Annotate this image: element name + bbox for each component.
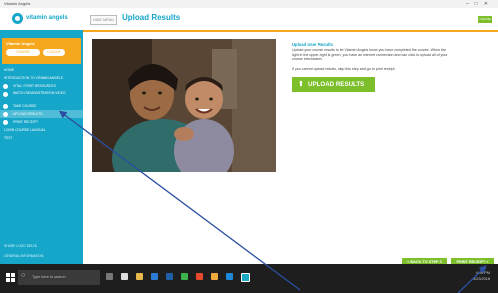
app-green-icon[interactable] [181, 273, 188, 280]
sidebar-item-label: LOGIN COURSE LANGUAL [4, 128, 46, 132]
sidebar-footer-link-2[interactable]: GENERAL INFORMATION [4, 254, 43, 258]
search-placeholder: Type here to search [32, 275, 66, 279]
app-orange-icon[interactable] [196, 273, 203, 280]
step-circle-icon [3, 91, 8, 97]
logo-area: vitamin angels [0, 8, 83, 30]
step-circle-icon [3, 103, 8, 109]
sidebar-item-video[interactable]: WATCH DEMONSTRATION VIDEO [0, 90, 83, 102]
step-circle-icon [3, 111, 8, 117]
hide-menu-button[interactable]: HIDE MENU [90, 15, 117, 25]
sidebar-item-take-course[interactable]: TAKE COURSE [0, 102, 83, 110]
sidebar-item-label: INTRODUCTION TO VITAMIN ANGELS [4, 76, 63, 80]
sidebar-item-resources[interactable]: VITAL / FIRST RESOURCES [0, 82, 83, 90]
online-status-badge: ONLINE [478, 16, 492, 23]
window-title: Vitamin Angels [4, 1, 31, 6]
section-title: Upload User Results [292, 42, 333, 47]
windows-start-icon[interactable] [6, 273, 15, 282]
sidebar-footer: SHARE LOGO DELTA GENERAL INFORMATION [0, 242, 83, 264]
mail-icon[interactable] [166, 273, 173, 280]
sidebar-nav: HOME INTRODUCTION TO VITAMIN ANGELS VITA… [0, 66, 83, 142]
photo-illustration [92, 39, 276, 172]
task-view-icon[interactable] [106, 273, 113, 280]
upload-results-button[interactable]: ⬆ UPLOAD RESULTS (127) [292, 77, 375, 103]
header: HIDE MENU Upload Results ONLINE [83, 8, 498, 32]
step-circle-icon [3, 83, 8, 89]
sidebar: vitamin angels Vitamin Angels COURSE RES… [0, 8, 83, 264]
mother-child-photo [92, 39, 276, 172]
step-circle-icon [3, 119, 8, 125]
edge-icon[interactable] [121, 273, 128, 280]
course-resources-button[interactable]: COURSE RESOURCES [6, 49, 40, 61]
sidebar-item-introduction[interactable]: INTRODUCTION TO VITAMIN ANGELS [0, 74, 83, 82]
sidebar-item-label: PRINT RECEIPT [13, 120, 39, 124]
instructions-paragraph: Upload your course results to let Vitami… [292, 48, 448, 62]
taskbar: ○ Type here to search 4:06 PM 3/23/2018 [0, 264, 498, 293]
browser-icon[interactable] [226, 273, 233, 280]
chrome-icon[interactable] [211, 273, 218, 280]
vitamin-angels-app-icon[interactable] [241, 273, 250, 282]
sidebar-item-home[interactable]: HOME [0, 66, 83, 74]
upload-results-label: UPLOAD RESULTS (127) [308, 81, 365, 103]
upload-icon: ⬆ [298, 81, 304, 88]
sidebar-item-print-receipt[interactable]: PRINT RECEIPT [0, 118, 83, 126]
window-controls[interactable]: –□✕ [466, 0, 494, 8]
logo-icon [12, 13, 23, 24]
page-title: Upload Results [122, 13, 181, 22]
store-icon[interactable] [151, 273, 158, 280]
sidebar-item-label: WATCH DEMONSTRATION VIDEO [13, 91, 66, 95]
logo-text: vitamin angels [26, 15, 68, 21]
sidebar-item-language[interactable]: LOGIN COURSE LANGUAL [0, 126, 83, 134]
sidebar-item-label: TEST [4, 136, 13, 140]
module-title: Vitamin Angels [6, 41, 35, 46]
search-icon: ○ [21, 272, 26, 279]
sidebar-item-label: TAKE COURSE [13, 104, 37, 108]
sidebar-item-upload-results[interactable]: UPLOAD RESULTS [0, 110, 83, 118]
file-explorer-icon[interactable] [136, 273, 143, 280]
module-box: Vitamin Angels COURSE RESOURCES LOGOUT [2, 38, 81, 64]
sidebar-item-label: VITAL / FIRST RESOURCES [13, 84, 56, 88]
sidebar-item-label: HOME [4, 68, 14, 72]
clock-date: 3/23/2018 [473, 277, 490, 281]
taskbar-search-input[interactable]: ○ Type here to search [18, 270, 100, 285]
sidebar-item-test[interactable]: TEST [0, 134, 83, 142]
skip-note-paragraph: If you cannot upload results, skip this … [292, 67, 396, 71]
logout-button[interactable]: LOGOUT [43, 49, 65, 56]
sidebar-footer-link-1[interactable]: SHARE LOGO DELTA [4, 244, 37, 248]
system-tray-clock[interactable]: 4:06 PM 3/23/2018 [473, 270, 490, 282]
sidebar-item-label: UPLOAD RESULTS [13, 112, 43, 116]
